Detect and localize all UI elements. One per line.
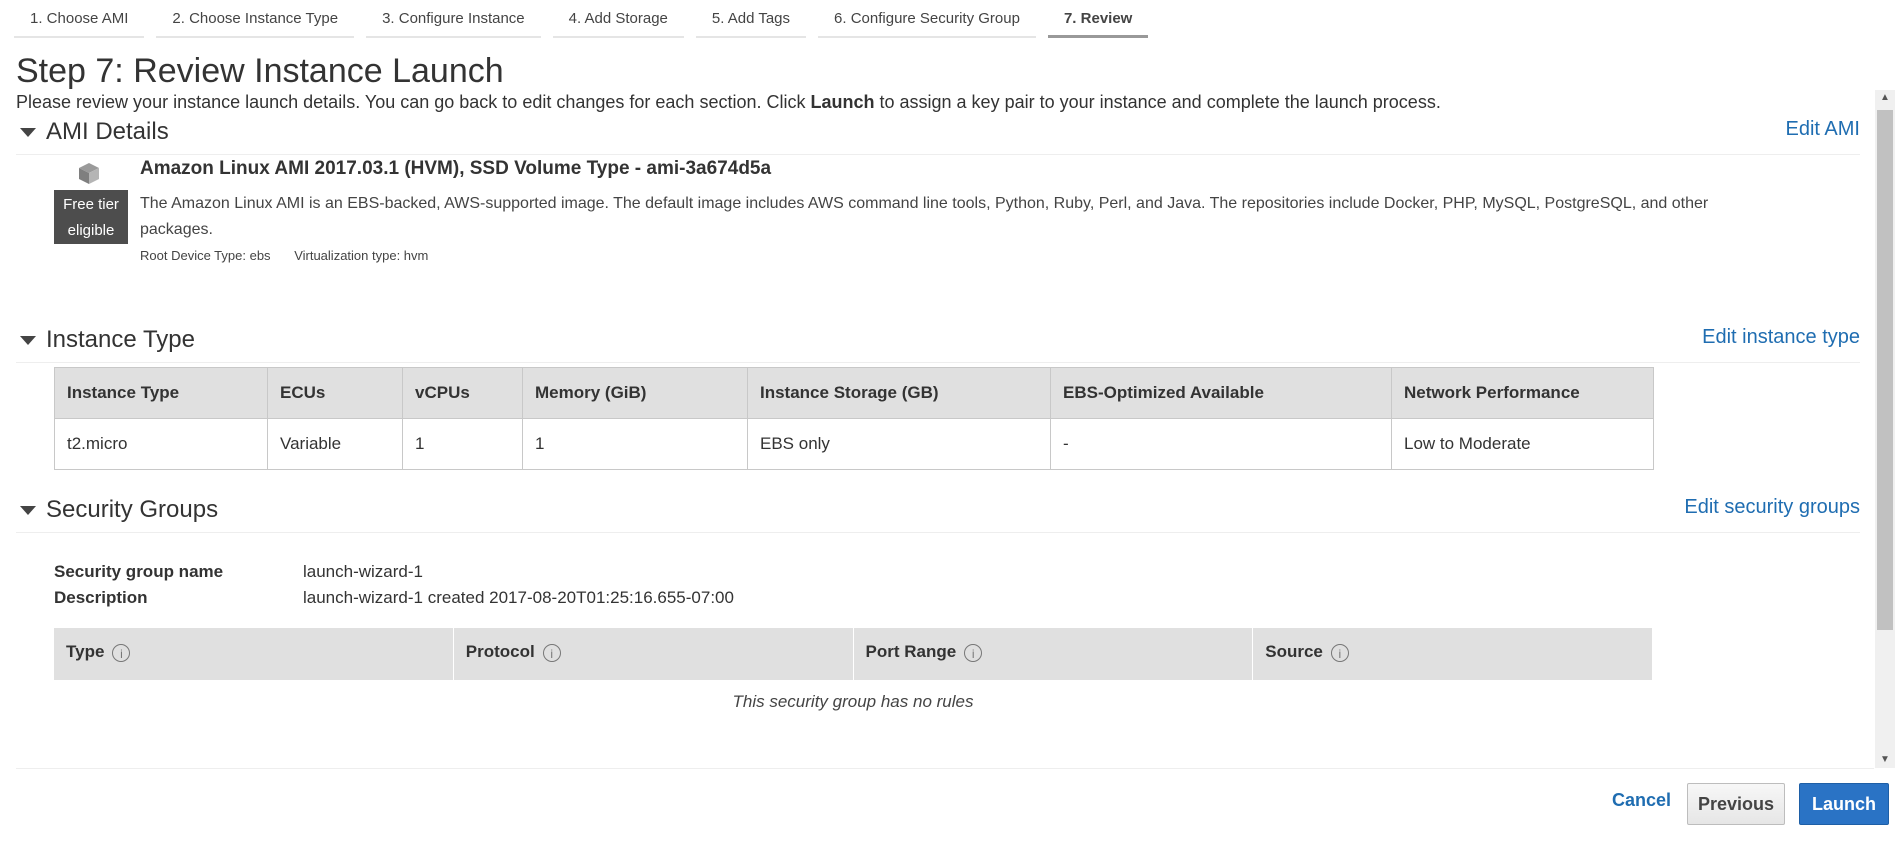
table-cell: - bbox=[1050, 418, 1392, 470]
intro-text-start: Please review your instance launch detai… bbox=[16, 92, 811, 112]
table-cell: 1 bbox=[402, 418, 523, 470]
column-header: EBS-Optimized Available bbox=[1050, 367, 1392, 419]
tab-configure-instance[interactable]: 3. Configure Instance bbox=[366, 0, 541, 38]
security-groups-section: Security Groups Edit security groups Sec… bbox=[16, 492, 1860, 762]
edit-ami-link[interactable]: Edit AMI bbox=[1786, 118, 1860, 141]
ami-meta: Root Device Type: ebs Virtualization typ… bbox=[140, 248, 428, 263]
security-group-name-label: Security group name bbox=[54, 562, 224, 581]
security-group-name-value: launch-wizard-1 bbox=[303, 562, 423, 581]
table-cell: EBS only bbox=[747, 418, 1051, 470]
collapse-caret-icon[interactable] bbox=[20, 128, 36, 137]
table-cell: 1 bbox=[522, 418, 748, 470]
no-rules-message: This security group has no rules bbox=[732, 692, 974, 711]
cancel-button[interactable]: Cancel bbox=[1612, 790, 1671, 811]
tab-add-storage[interactable]: 4. Add Storage bbox=[552, 0, 684, 38]
column-header-label: Port Range bbox=[865, 642, 957, 661]
root-device-type: Root Device Type: ebs bbox=[140, 248, 271, 263]
column-header: vCPUs bbox=[402, 367, 523, 419]
tab-add-tags[interactable]: 5. Add Tags bbox=[695, 0, 807, 38]
column-header-source: Source i bbox=[1252, 628, 1652, 680]
ami-package-icon bbox=[79, 163, 99, 184]
column-header: Memory (GiB) bbox=[522, 367, 748, 419]
tab-choose-instance-type[interactable]: 2. Choose Instance Type bbox=[156, 0, 355, 38]
rules-table-header: Type i Protocol i Port Range i Source i bbox=[54, 628, 1652, 680]
footer-divider bbox=[16, 768, 1874, 769]
free-tier-badge-line2: eligible bbox=[67, 222, 115, 239]
edit-security-groups-link[interactable]: Edit security groups bbox=[1684, 496, 1860, 519]
column-header-protocol: Protocol i bbox=[452, 628, 853, 680]
column-header: Instance Storage (GB) bbox=[747, 367, 1051, 419]
instance-type-title: Instance Type bbox=[46, 326, 195, 353]
column-header-label: Type bbox=[66, 642, 105, 661]
instance-type-section: Instance Type Edit instance type Instanc… bbox=[16, 322, 1860, 472]
column-header: ECUs bbox=[267, 367, 403, 419]
table-cell: t2.micro bbox=[54, 418, 268, 470]
column-header-label: Protocol bbox=[465, 642, 535, 661]
collapse-caret-icon[interactable] bbox=[20, 336, 36, 345]
table-cell: Low to Moderate bbox=[1391, 418, 1654, 470]
security-groups-header: Security Groups Edit security groups bbox=[16, 492, 1860, 533]
scrollbar-thumb[interactable] bbox=[1877, 110, 1893, 630]
scroll-down-arrow-icon[interactable]: ▼ bbox=[1875, 752, 1895, 768]
virtualization-type: Virtualization type: hvm bbox=[294, 248, 429, 263]
previous-button[interactable]: Previous bbox=[1687, 783, 1785, 825]
ami-details-header: AMI Details Edit AMI bbox=[16, 114, 1860, 155]
description-value: launch-wizard-1 created 2017-08-20T01:25… bbox=[303, 588, 734, 607]
description-label: Description bbox=[54, 588, 148, 607]
ami-description: The Amazon Linux AMI is an EBS-backed, A… bbox=[140, 195, 1709, 238]
info-icon[interactable]: i bbox=[1330, 643, 1349, 662]
instance-type-table: Instance Type ECUs vCPUs Memory (GiB) In… bbox=[54, 367, 1654, 470]
security-groups-title: Security Groups bbox=[46, 496, 219, 523]
page-title: Step 7: Review Instance Launch bbox=[16, 52, 504, 90]
intro-text-end: to assign a key pair to your instance an… bbox=[874, 92, 1441, 112]
info-icon[interactable]: i bbox=[112, 643, 131, 662]
instance-type-header: Instance Type Edit instance type bbox=[16, 322, 1860, 363]
column-header-label: Source bbox=[1265, 642, 1323, 661]
ami-details-title: AMI Details bbox=[46, 118, 169, 145]
edit-instance-type-link[interactable]: Edit instance type bbox=[1702, 326, 1860, 349]
wizard-steps: 1. Choose AMI 2. Choose Instance Type 3.… bbox=[14, 0, 1160, 38]
tab-choose-ami[interactable]: 1. Choose AMI bbox=[14, 0, 145, 38]
intro-text: Please review your instance launch detai… bbox=[16, 92, 1441, 113]
info-icon[interactable]: i bbox=[964, 643, 983, 662]
table-cell: Variable bbox=[267, 418, 403, 470]
free-tier-badge: Free tier eligible bbox=[54, 190, 128, 244]
launch-button[interactable]: Launch bbox=[1799, 783, 1889, 825]
collapse-caret-icon[interactable] bbox=[20, 506, 36, 515]
column-header-port-range: Port Range i bbox=[852, 628, 1253, 680]
table-header-row: Instance Type ECUs vCPUs Memory (GiB) In… bbox=[54, 367, 1654, 419]
tab-configure-security-group[interactable]: 6. Configure Security Group bbox=[818, 0, 1036, 38]
tab-review[interactable]: 7. Review bbox=[1047, 0, 1149, 38]
info-icon[interactable]: i bbox=[542, 643, 561, 662]
ami-details-section: AMI Details Edit AMI Free tier eligible … bbox=[16, 114, 1860, 264]
table-row: t2.micro Variable 1 1 EBS only - Low to … bbox=[54, 418, 1654, 470]
vertical-scrollbar[interactable]: ▲ ▼ bbox=[1875, 90, 1895, 768]
column-header-type: Type i bbox=[54, 628, 453, 680]
column-header: Network Performance bbox=[1391, 367, 1654, 419]
intro-launch-word: Launch bbox=[810, 92, 875, 112]
free-tier-badge-line1: Free tier bbox=[63, 196, 119, 213]
ami-name: Amazon Linux AMI 2017.03.1 (HVM), SSD Vo… bbox=[140, 158, 772, 179]
column-header: Instance Type bbox=[54, 367, 268, 419]
scroll-up-arrow-icon[interactable]: ▲ bbox=[1875, 90, 1895, 106]
